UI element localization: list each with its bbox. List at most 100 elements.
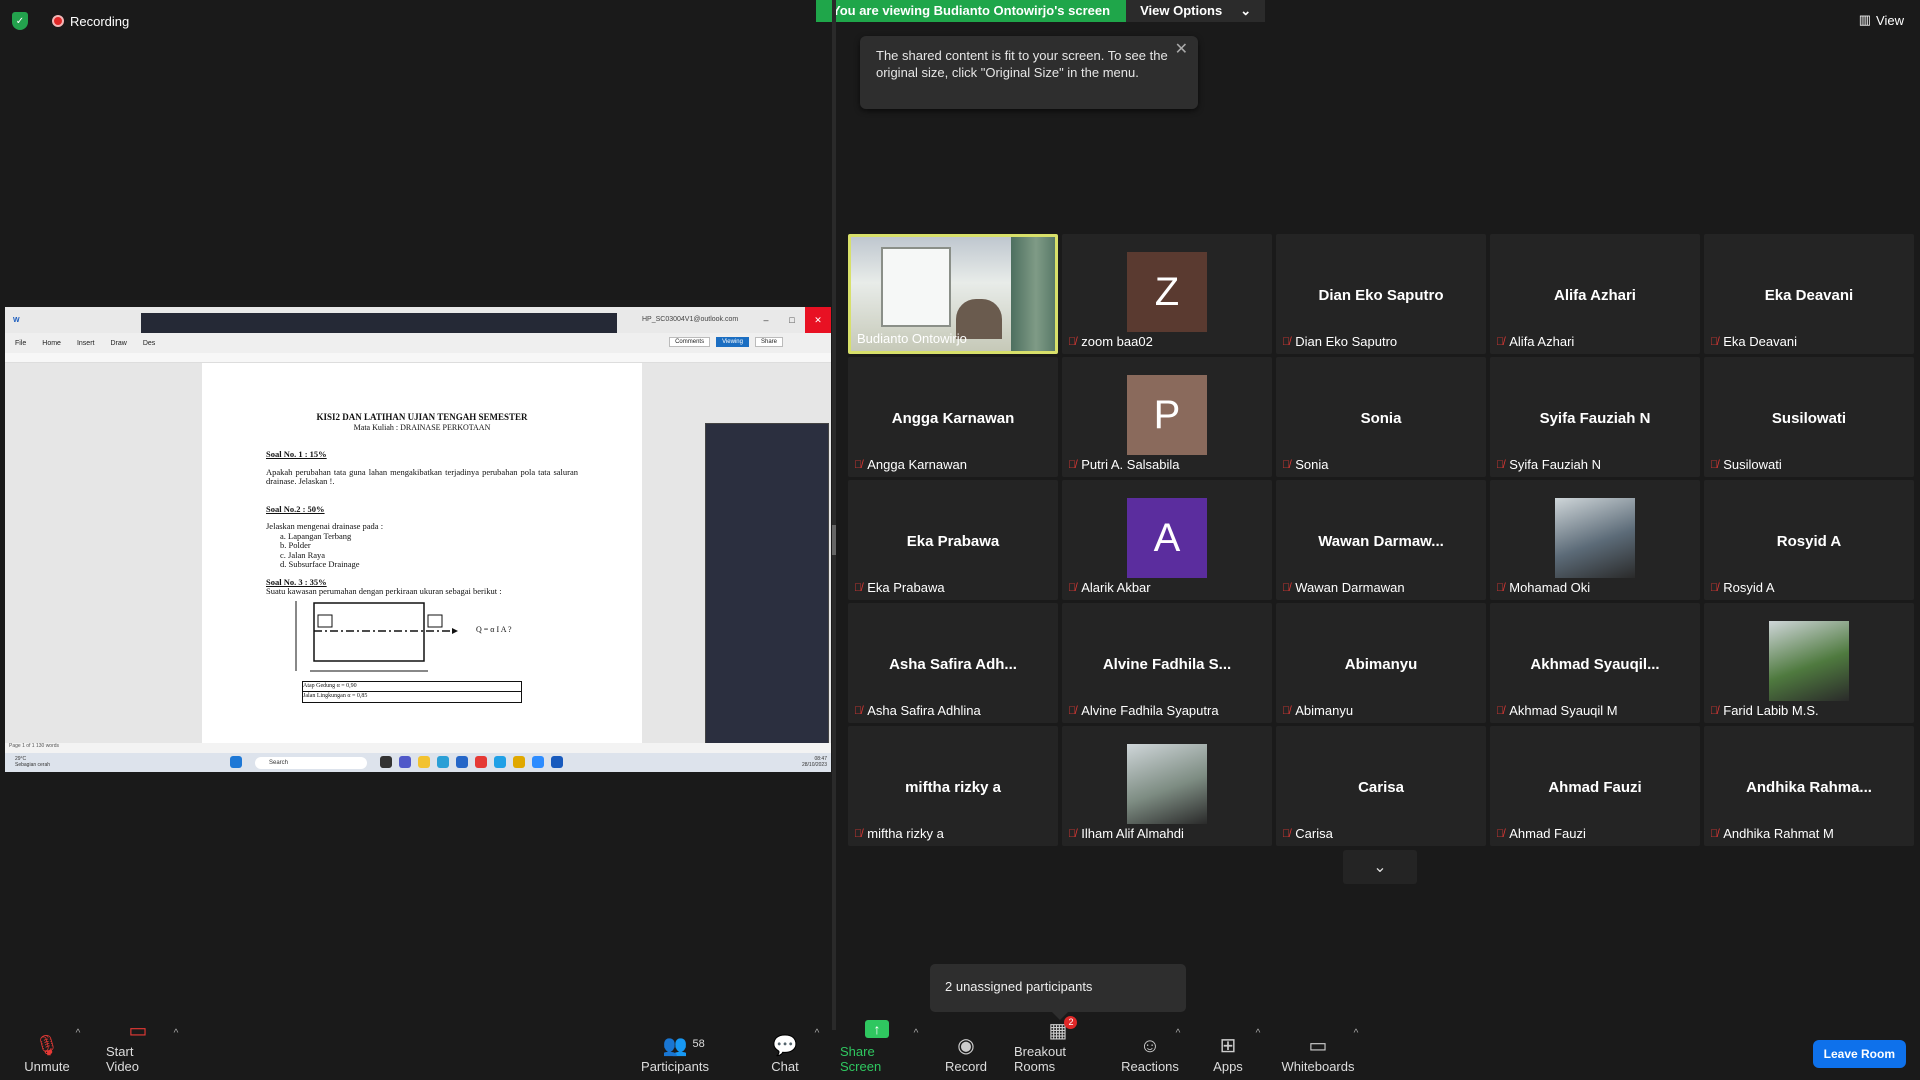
participant-name-label: 🎙̸ Akhmad Syauqil M bbox=[1496, 703, 1618, 718]
participant-tile[interactable]: Rosyid A 🎙̸ Rosyid A bbox=[1704, 480, 1914, 600]
reactions-options-caret[interactable]: ^ bbox=[1172, 1018, 1184, 1068]
participant-tile[interactable]: Asha Safira Adh... 🎙̸ Asha Safira Adhlina bbox=[848, 603, 1058, 723]
unmute-button[interactable]: 🎙 Unmute bbox=[22, 1030, 72, 1080]
whiteboards-options-caret[interactable]: ^ bbox=[1350, 1018, 1362, 1068]
participant-tile[interactable]: Z 🎙̸ zoom baa02 bbox=[1062, 234, 1272, 354]
participant-name: Dian Eko Saputro bbox=[1295, 334, 1398, 349]
participant-name: Ahmad Fauzi bbox=[1509, 826, 1586, 841]
close-window-icon[interactable]: ✕ bbox=[805, 307, 831, 333]
participant-tile[interactable]: A 🎙̸ Alarik Akbar bbox=[1062, 480, 1272, 600]
folder-icon[interactable] bbox=[418, 756, 430, 768]
participant-tile[interactable]: P 🎙̸ Putri A. Salsabila bbox=[1062, 357, 1272, 477]
reactions-button[interactable]: ☺ Reactions bbox=[1121, 1030, 1179, 1080]
leave-room-button[interactable]: Leave Room bbox=[1812, 1040, 1906, 1068]
windows-start-icon[interactable] bbox=[230, 756, 242, 768]
participant-tile[interactable]: Syifa Fauziah N 🎙̸ Syifa Fauziah N bbox=[1490, 357, 1700, 477]
breakout-rooms-label: Breakout Rooms bbox=[1014, 1044, 1067, 1074]
clock-date: 28/10/2023 bbox=[801, 762, 827, 768]
coefficient-table: Atap Gedung α = 0,90 Jalan Lingkungan α … bbox=[302, 680, 522, 703]
ribbon-tab-design[interactable]: Des bbox=[143, 340, 155, 347]
divider-grip[interactable] bbox=[832, 525, 836, 555]
audio-options-caret[interactable]: ^ bbox=[72, 1018, 84, 1068]
participant-name: Eka Deavani bbox=[1723, 334, 1797, 349]
record-label: Record bbox=[945, 1059, 987, 1074]
video-options-caret[interactable]: ^ bbox=[170, 1018, 182, 1068]
participant-tile[interactable]: Alifa Azhari 🎙̸ Alifa Azhari bbox=[1490, 234, 1700, 354]
taskbar-search[interactable]: Search bbox=[255, 757, 367, 769]
participant-tile[interactable]: Angga Karnawan 🎙̸ Angga Karnawan bbox=[848, 357, 1058, 477]
participant-display-name: Eka Prabawa bbox=[906, 533, 1000, 550]
apps-button[interactable]: ⊞ Apps bbox=[1210, 1030, 1246, 1080]
app-icon[interactable] bbox=[380, 756, 392, 768]
gallery-next-page-button[interactable]: ⌄ bbox=[1343, 850, 1417, 884]
participant-tile[interactable]: 🎙̸ Mohamad Oki bbox=[1490, 480, 1700, 600]
participant-tile[interactable]: Ahmad Fauzi 🎙̸ Ahmad Fauzi bbox=[1490, 726, 1700, 846]
share-screen-button[interactable]: ↑ Share Screen bbox=[840, 1020, 914, 1080]
participants-button[interactable]: 👥 58 Participants bbox=[640, 1030, 710, 1080]
participant-tile[interactable]: Budianto Ontowirjo bbox=[848, 234, 1058, 354]
app-icon[interactable] bbox=[494, 756, 506, 768]
record-button[interactable]: ◉ Record bbox=[944, 1030, 988, 1080]
participant-name-label: 🎙̸ Carisa bbox=[1282, 826, 1333, 841]
chat-options-caret[interactable]: ^ bbox=[811, 1018, 823, 1068]
zoom-icon[interactable] bbox=[532, 756, 544, 768]
store-icon[interactable] bbox=[456, 756, 468, 768]
participant-tile[interactable]: Akhmad Syauqil... 🎙̸ Akhmad Syauqil M bbox=[1490, 603, 1700, 723]
breakout-rooms-button[interactable]: ▦ 2 Breakout Rooms bbox=[1014, 1016, 1102, 1080]
unassigned-participants-tooltip: 2 unassigned participants bbox=[930, 964, 1186, 1020]
split-divider[interactable] bbox=[832, 0, 836, 1030]
chat-button[interactable]: 💬 Chat bbox=[765, 1030, 805, 1080]
ribbon-tab-insert[interactable]: Insert bbox=[77, 340, 95, 347]
comments-button[interactable]: Comments bbox=[669, 337, 711, 347]
word-icon[interactable] bbox=[551, 756, 563, 768]
app-icon[interactable] bbox=[475, 756, 487, 768]
ribbon-right-buttons: Comments Viewing Share bbox=[669, 337, 783, 347]
participant-tile[interactable]: 🎙̸ Ilham Alif Almahdi bbox=[1062, 726, 1272, 846]
apps-options-caret[interactable]: ^ bbox=[1252, 1018, 1264, 1068]
share-options-caret[interactable]: ^ bbox=[910, 1018, 922, 1068]
participant-tile[interactable]: Sonia 🎙̸ Sonia bbox=[1276, 357, 1486, 477]
maximize-icon[interactable]: □ bbox=[779, 307, 805, 333]
participant-tile[interactable]: Eka Prabawa 🎙̸ Eka Prabawa bbox=[848, 480, 1058, 600]
participant-tile[interactable]: Wawan Darmaw... 🎙̸ Wawan Darmawan bbox=[1276, 480, 1486, 600]
ribbon-tab-draw[interactable]: Draw bbox=[110, 340, 126, 347]
view-options-button[interactable]: View Options ⌄ bbox=[1126, 0, 1266, 22]
weather-widget[interactable]: 29°C Sebagian cerah bbox=[15, 756, 50, 768]
participant-tile[interactable]: Abimanyu 🎙̸ Abimanyu bbox=[1276, 603, 1486, 723]
view-button[interactable]: ▥ View bbox=[1859, 12, 1904, 28]
muted-microphone-icon: 🎙̸ bbox=[1282, 704, 1291, 717]
participant-name-label: 🎙̸ Putri A. Salsabila bbox=[1068, 457, 1180, 472]
participant-tile[interactable]: Susilowati 🎙̸ Susilowati bbox=[1704, 357, 1914, 477]
viewing-button[interactable]: Viewing bbox=[716, 337, 749, 347]
close-icon[interactable]: ✕ bbox=[1175, 41, 1188, 58]
chrome-icon[interactable] bbox=[513, 756, 525, 768]
participant-tile[interactable]: Alvine Fadhila S... 🎙̸ Alvine Fadhila Syap… bbox=[1062, 603, 1272, 723]
ribbon-tab-file[interactable]: File bbox=[15, 340, 26, 347]
start-video-button[interactable]: ▭ Start Video bbox=[106, 1020, 170, 1080]
document-page: KISI2 DAN LATIHAN UJIAN TENGAH SEMESTER … bbox=[202, 363, 642, 743]
participant-tile[interactable]: Eka Deavani 🎙̸ Eka Deavani bbox=[1704, 234, 1914, 354]
participant-name: zoom baa02 bbox=[1081, 334, 1153, 349]
minimize-icon[interactable]: – bbox=[753, 307, 779, 333]
caret-up-icon: ^ bbox=[75, 1028, 81, 1039]
participant-tile[interactable]: Carisa 🎙̸ Carisa bbox=[1276, 726, 1486, 846]
participant-tile[interactable]: 🎙̸ Farid Labib M.S. bbox=[1704, 603, 1914, 723]
participant-tile[interactable]: miftha rizky a 🎙̸ miftha rizky a bbox=[848, 726, 1058, 846]
encryption-shield-icon[interactable]: ✓ bbox=[12, 12, 28, 30]
edge-icon[interactable] bbox=[437, 756, 449, 768]
participant-tile[interactable]: Dian Eko Saputro 🎙̸ Dian Eko Saputro bbox=[1276, 234, 1486, 354]
muted-microphone-icon: 🎙̸ bbox=[1068, 335, 1077, 348]
system-tray-clock[interactable]: 08:47 28/10/2023 bbox=[802, 756, 827, 768]
ribbon-tab-home[interactable]: Home bbox=[42, 340, 61, 347]
recording-dot-icon bbox=[52, 15, 64, 27]
participant-name: Mohamad Oki bbox=[1509, 580, 1591, 595]
word-title-bar: W HP_SC03004V1@outlook.com – □ ✕ bbox=[5, 307, 831, 353]
participant-name-label: 🎙̸ Ahmad Fauzi bbox=[1496, 826, 1586, 841]
video-off-icon: ▭ bbox=[128, 1020, 148, 1042]
participant-name: Eka Prabawa bbox=[867, 580, 945, 595]
share-button[interactable]: Share bbox=[754, 337, 783, 347]
participant-name-label: 🎙̸ Wawan Darmawan bbox=[1282, 580, 1405, 595]
participant-tile[interactable]: Andhika Rahma... 🎙̸ Andhika Rahmat M bbox=[1704, 726, 1914, 846]
whiteboards-button[interactable]: ▭ Whiteboards bbox=[1282, 1030, 1355, 1080]
app-icon[interactable] bbox=[399, 756, 411, 768]
